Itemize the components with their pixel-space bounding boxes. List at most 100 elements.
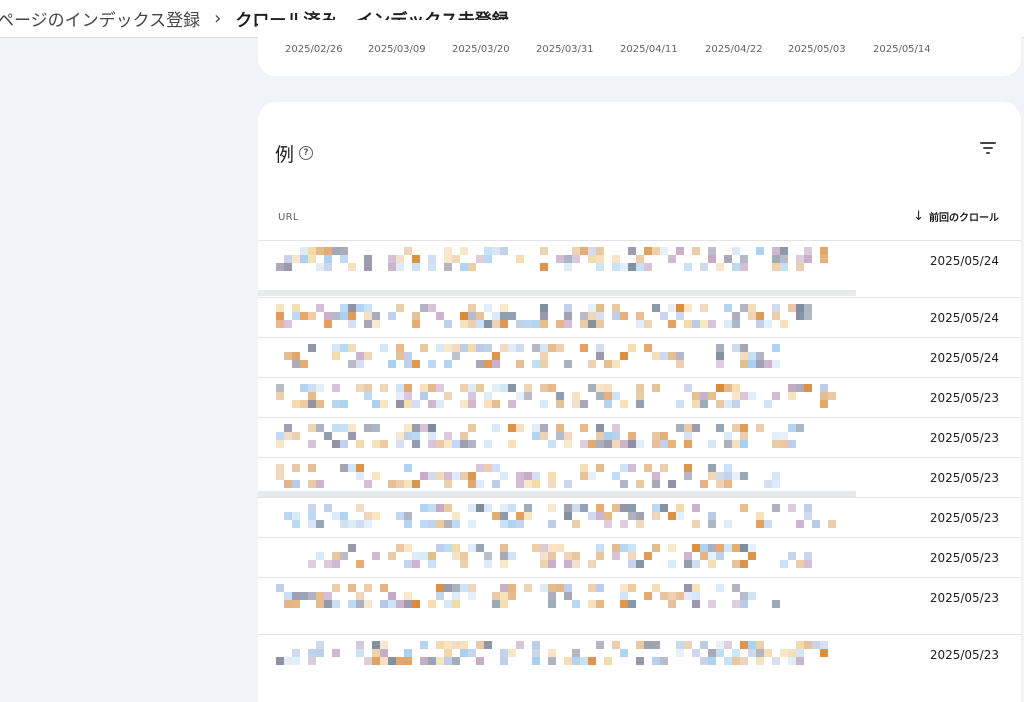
pixelated-block [292, 592, 300, 600]
pixelated-block [772, 440, 780, 448]
pixelated-block [356, 504, 364, 512]
pixelated-block [676, 312, 684, 320]
pixelated-block [596, 384, 604, 392]
filter-icon[interactable] [980, 140, 998, 156]
blurred-url[interactable] [276, 304, 856, 334]
pixelated-block [636, 392, 644, 400]
pixelated-block [492, 592, 500, 600]
pixelated-block [332, 424, 340, 432]
table-row[interactable]: 2025/05/23 [258, 457, 1021, 497]
pixelated-block [500, 584, 508, 592]
pixelated-block [716, 352, 724, 360]
pixelated-block [292, 352, 300, 360]
table-row[interactable]: 2025/05/23 [258, 634, 1021, 679]
column-header-last-crawl[interactable]: ↓ 前回のクロール [913, 209, 999, 224]
pixelated-block [364, 392, 372, 400]
pixelated-block [684, 464, 692, 472]
pixelated-block [596, 320, 604, 328]
pixelated-block [372, 512, 380, 520]
pixelated-block [580, 657, 588, 665]
pixelated-block [404, 560, 412, 568]
pixelated-block [612, 440, 620, 448]
blurred-url[interactable] [276, 247, 856, 277]
table-row[interactable]: 2025/05/24 [258, 337, 1021, 377]
pixelated-block [580, 247, 588, 255]
last-crawl-date: 2025/05/24 [929, 254, 999, 268]
pixelated-block [604, 657, 612, 665]
pixelated-block [316, 247, 324, 255]
pixelated-block [444, 504, 452, 512]
pixelated-block [684, 440, 692, 448]
blurred-url[interactable] [276, 344, 856, 374]
pixelated-block [492, 352, 500, 360]
blurred-url[interactable] [276, 544, 856, 574]
pixelated-block [444, 600, 452, 608]
blurred-url[interactable] [276, 584, 856, 614]
pixelated-block [284, 512, 292, 520]
pixelated-block [556, 320, 564, 328]
pixelated-block [668, 304, 676, 312]
pixelated-block [300, 312, 308, 320]
pixelated-block [788, 657, 796, 665]
pixelated-block [716, 641, 724, 649]
pixelated-block [716, 649, 724, 657]
help-circle-icon[interactable]: ? [299, 146, 313, 160]
pixelated-block [548, 552, 556, 560]
pixelated-block [364, 255, 372, 263]
pixelated-block [476, 384, 484, 392]
pixelated-block [500, 649, 508, 657]
table-row[interactable]: 2025/05/23 [258, 537, 1021, 577]
table-row[interactable]: 2025/05/23 [258, 417, 1021, 457]
pixelated-block [804, 512, 812, 520]
blurred-url[interactable] [276, 464, 856, 494]
pixelated-block [300, 384, 308, 392]
pixelated-block [708, 392, 716, 400]
pixelated-block [756, 649, 764, 657]
pixelated-block [484, 552, 492, 560]
pixelated-block [732, 440, 740, 448]
x-tick-label: 2025/05/14 [873, 44, 931, 55]
pixelated-block [620, 592, 628, 600]
blurred-url[interactable] [276, 504, 856, 534]
pixelated-block [284, 255, 292, 263]
pixelated-block [564, 432, 572, 440]
table-row[interactable]: 2025/05/23 [258, 497, 1021, 537]
pixelated-block [524, 472, 532, 480]
blurred-url[interactable] [276, 384, 856, 414]
pixelated-block [372, 472, 380, 480]
blurred-url[interactable] [276, 424, 856, 454]
pixelated-block [676, 352, 684, 360]
pixelated-block [396, 304, 404, 312]
pixelated-block [340, 464, 348, 472]
pixelated-block [764, 649, 772, 657]
pixelated-block [780, 247, 788, 255]
table-row[interactable]: 2025/05/23 [258, 577, 1021, 634]
pixelated-block [804, 255, 812, 263]
pixelated-block [644, 464, 652, 472]
blurred-url[interactable] [276, 641, 856, 671]
pixelated-block [404, 384, 412, 392]
pixelated-block [468, 424, 476, 432]
pixelated-block [652, 384, 660, 392]
pixelated-block [732, 312, 740, 320]
pixelated-block [332, 400, 340, 408]
pixelated-block [508, 504, 516, 512]
pixelated-block [788, 392, 796, 400]
pixelated-block [484, 400, 492, 408]
table-row[interactable]: 2025/05/24 [258, 297, 1021, 337]
pixelated-block [676, 592, 684, 600]
x-tick-label: 2025/04/22 [705, 44, 763, 55]
pixelated-block [436, 472, 444, 480]
pixelated-block [676, 360, 684, 368]
pixelated-block [484, 504, 492, 512]
pixelated-block [820, 384, 828, 392]
pixelated-block [780, 255, 788, 263]
pixelated-block [428, 440, 436, 448]
pixelated-block [548, 592, 556, 600]
pixelated-block [684, 560, 692, 568]
column-header-url[interactable]: URL [278, 212, 299, 223]
pixelated-block [300, 360, 308, 368]
breadcrumb-parent[interactable]: ページのインデックス登録 [0, 6, 200, 31]
table-row[interactable]: 2025/05/23 [258, 377, 1021, 417]
table-row[interactable]: 2025/05/24 [258, 240, 1021, 297]
